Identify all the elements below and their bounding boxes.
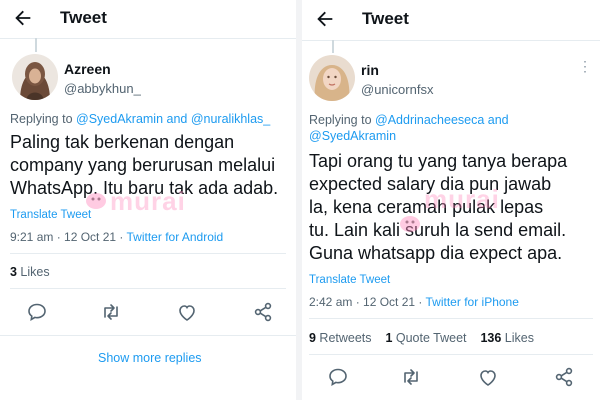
tweet-text-line: Paling tak berkenan dengan: [10, 132, 235, 152]
left-header: Tweet: [0, 0, 296, 38]
tweet-source-link[interactable]: Twitter for Android: [127, 230, 224, 244]
engagement-stats: 9 Retweets 1 Quote Tweet 136 Likes: [309, 331, 534, 345]
page-title: Tweet: [60, 8, 107, 27]
timestamp-text: 9:21 am · 12 Oct 21 ·: [10, 230, 127, 244]
avatar[interactable]: [12, 54, 58, 100]
actions-divider: [0, 335, 296, 336]
likes-count: 3: [10, 265, 17, 279]
quotes-label: Quote Tweet: [392, 331, 467, 345]
retweets-count: 9: [309, 331, 316, 345]
replying-to: Replying to @SyedAkramin and @nuralikhla…: [10, 111, 270, 127]
tweet-source-link[interactable]: Twitter for iPhone: [426, 295, 519, 309]
right-header: Tweet: [302, 0, 600, 38]
heart-icon[interactable]: [476, 365, 500, 389]
replying-to: Replying to @Addrinacheeseca and @SyedAk…: [309, 112, 509, 144]
back-arrow-icon[interactable]: [12, 7, 34, 29]
replying-to-mentions[interactable]: @SyedAkramin and @nuralikhlas_: [76, 112, 270, 126]
back-arrow-icon[interactable]: [314, 8, 336, 30]
user-name[interactable]: Azreen: [64, 61, 111, 77]
likes-count: 136: [480, 331, 502, 345]
more-dots-icon[interactable]: ⋮: [578, 58, 592, 75]
left-tweet-panel: Tweet Azreen @abbykhun_ Replying to @Sye…: [0, 0, 296, 400]
replying-to-prefix: Replying to: [309, 113, 376, 127]
stats-divider-bottom: [309, 354, 593, 355]
stats-divider-top: [309, 318, 593, 319]
tweet-actions: [302, 365, 600, 395]
thread-connector-line: [332, 40, 334, 53]
retweet-icon[interactable]: [399, 365, 423, 389]
watermark-text: murai: [424, 184, 500, 214]
thread-connector-line: [35, 38, 37, 52]
likes-label: Likes: [16, 265, 50, 279]
retweets-label: Retweets: [315, 331, 372, 345]
header-divider: [0, 38, 296, 39]
likes-stat[interactable]: 3 Likes: [10, 265, 50, 279]
retweets-stat[interactable]: 9 Retweets: [309, 331, 372, 345]
likes-stat[interactable]: 136 Likes: [480, 331, 534, 345]
translate-tweet-link[interactable]: Translate Tweet: [309, 274, 390, 286]
retweet-icon[interactable]: [99, 300, 123, 324]
avatar[interactable]: [309, 55, 355, 101]
tweet-text-line: Guna whatsapp dia expect apa.: [309, 243, 563, 263]
replying-to-mentions[interactable]: @Addrinacheeseca and: [375, 113, 509, 127]
user-handle[interactable]: @unicornfsx: [361, 82, 433, 97]
tweet-timestamp: 2:42 am · 12 Oct 21 · Twitter for iPhone: [309, 295, 519, 309]
share-icon[interactable]: [552, 365, 576, 389]
user-name[interactable]: rin: [361, 62, 379, 78]
tweet-text-line: Tapi orang tu yang tanya berapa: [309, 151, 568, 171]
reply-icon[interactable]: [25, 300, 49, 324]
replying-to-mentions-cont[interactable]: @SyedAkramin: [309, 128, 509, 144]
watermark-text: murai: [110, 186, 186, 216]
reply-icon[interactable]: [326, 365, 350, 389]
user-handle[interactable]: @abbykhun_: [64, 81, 141, 96]
share-icon[interactable]: [251, 300, 275, 324]
likes-label: Likes: [501, 331, 534, 345]
quotes-stat[interactable]: 1 Quote Tweet: [385, 331, 466, 345]
watermark-bird-icon: [400, 216, 420, 232]
tweet-text-line: tu. Lain kali suruh la send email.: [309, 220, 567, 240]
tweet-text-line: company yang berurusan melalui: [10, 155, 276, 175]
tweet-timestamp: 9:21 am · 12 Oct 21 · Twitter for Androi…: [10, 230, 223, 244]
heart-icon[interactable]: [175, 300, 199, 324]
timestamp-text: 2:42 am · 12 Oct 21 ·: [309, 295, 426, 309]
right-tweet-panel: Tweet rin @unicornfsx ⋮ Replying to @Add…: [302, 0, 600, 400]
translate-tweet-link[interactable]: Translate Tweet: [10, 209, 91, 221]
show-more-replies-link[interactable]: Show more replies: [98, 351, 202, 365]
tweet-actions: [0, 300, 296, 330]
replying-to-prefix: Replying to: [10, 112, 77, 126]
stats-divider-top: [10, 253, 286, 254]
stats-divider-bottom: [10, 288, 286, 289]
watermark-bird-icon: [86, 193, 106, 209]
header-divider: [302, 40, 600, 41]
page-title: Tweet: [362, 9, 409, 28]
